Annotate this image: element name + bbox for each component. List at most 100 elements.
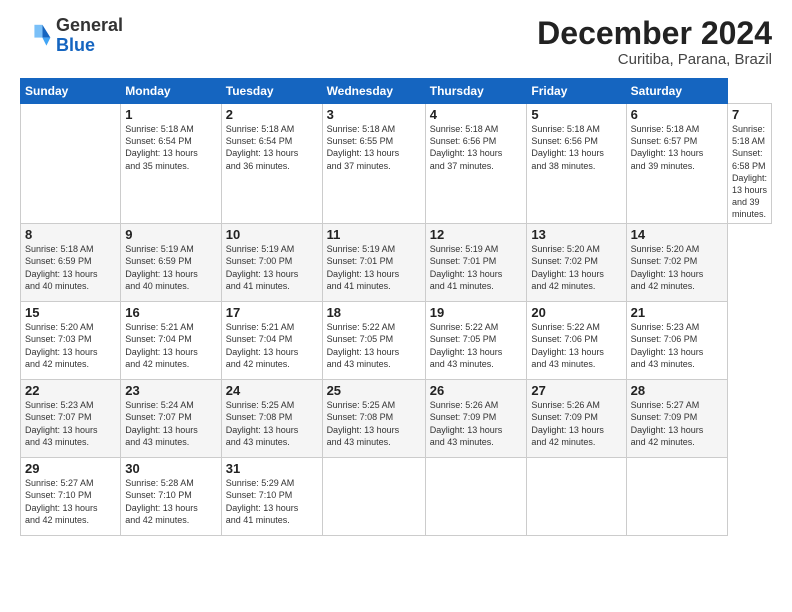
day-number: 23 — [125, 383, 217, 398]
table-cell: 11Sunrise: 5:19 AM Sunset: 7:01 PM Dayli… — [322, 224, 425, 302]
day-info: Sunrise: 5:23 AM Sunset: 7:07 PM Dayligh… — [25, 399, 116, 448]
table-cell: 25Sunrise: 5:25 AM Sunset: 7:08 PM Dayli… — [322, 380, 425, 458]
col-saturday: Saturday — [626, 79, 727, 104]
day-number: 25 — [327, 383, 421, 398]
day-info: Sunrise: 5:22 AM Sunset: 7:06 PM Dayligh… — [531, 321, 621, 370]
table-cell: 24Sunrise: 5:25 AM Sunset: 7:08 PM Dayli… — [221, 380, 322, 458]
table-cell — [322, 458, 425, 536]
week-row-1: 1Sunrise: 5:18 AM Sunset: 6:54 PM Daylig… — [21, 104, 772, 224]
day-number: 24 — [226, 383, 318, 398]
header: General Blue December 2024 Curitiba, Par… — [20, 16, 772, 68]
day-number: 12 — [430, 227, 523, 242]
table-cell: 4Sunrise: 5:18 AM Sunset: 6:56 PM Daylig… — [425, 104, 527, 224]
week-row-3: 15Sunrise: 5:20 AM Sunset: 7:03 PM Dayli… — [21, 302, 772, 380]
location: Curitiba, Parana, Brazil — [537, 51, 772, 68]
table-cell — [21, 104, 121, 224]
table-cell: 8Sunrise: 5:18 AM Sunset: 6:59 PM Daylig… — [21, 224, 121, 302]
col-tuesday: Tuesday — [221, 79, 322, 104]
table-cell: 14Sunrise: 5:20 AM Sunset: 7:02 PM Dayli… — [626, 224, 727, 302]
day-info: Sunrise: 5:19 AM Sunset: 7:00 PM Dayligh… — [226, 243, 318, 292]
day-info: Sunrise: 5:18 AM Sunset: 6:54 PM Dayligh… — [226, 123, 318, 172]
table-cell: 20Sunrise: 5:22 AM Sunset: 7:06 PM Dayli… — [527, 302, 626, 380]
day-info: Sunrise: 5:18 AM Sunset: 6:56 PM Dayligh… — [531, 123, 621, 172]
day-number: 17 — [226, 305, 318, 320]
page-container: General Blue December 2024 Curitiba, Par… — [0, 0, 792, 548]
day-number: 9 — [125, 227, 217, 242]
table-cell — [626, 458, 727, 536]
table-cell: 6Sunrise: 5:18 AM Sunset: 6:57 PM Daylig… — [626, 104, 727, 224]
day-info: Sunrise: 5:19 AM Sunset: 7:01 PM Dayligh… — [327, 243, 421, 292]
table-cell: 29Sunrise: 5:27 AM Sunset: 7:10 PM Dayli… — [21, 458, 121, 536]
table-cell: 10Sunrise: 5:19 AM Sunset: 7:00 PM Dayli… — [221, 224, 322, 302]
day-number: 16 — [125, 305, 217, 320]
day-info: Sunrise: 5:20 AM Sunset: 7:02 PM Dayligh… — [531, 243, 621, 292]
day-number: 1 — [125, 107, 217, 122]
table-cell: 5Sunrise: 5:18 AM Sunset: 6:56 PM Daylig… — [527, 104, 626, 224]
table-cell: 12Sunrise: 5:19 AM Sunset: 7:01 PM Dayli… — [425, 224, 527, 302]
day-info: Sunrise: 5:22 AM Sunset: 7:05 PM Dayligh… — [430, 321, 523, 370]
day-number: 20 — [531, 305, 621, 320]
table-cell: 21Sunrise: 5:23 AM Sunset: 7:06 PM Dayli… — [626, 302, 727, 380]
col-friday: Friday — [527, 79, 626, 104]
day-info: Sunrise: 5:18 AM Sunset: 6:57 PM Dayligh… — [631, 123, 723, 172]
logo: General Blue — [20, 16, 123, 56]
day-number: 2 — [226, 107, 318, 122]
day-number: 6 — [631, 107, 723, 122]
day-number: 14 — [631, 227, 723, 242]
day-number: 19 — [430, 305, 523, 320]
week-row-2: 8Sunrise: 5:18 AM Sunset: 6:59 PM Daylig… — [21, 224, 772, 302]
day-number: 18 — [327, 305, 421, 320]
day-info: Sunrise: 5:18 AM Sunset: 6:55 PM Dayligh… — [327, 123, 421, 172]
title-block: December 2024 Curitiba, Parana, Brazil — [537, 16, 772, 68]
table-cell: 31Sunrise: 5:29 AM Sunset: 7:10 PM Dayli… — [221, 458, 322, 536]
day-info: Sunrise: 5:26 AM Sunset: 7:09 PM Dayligh… — [531, 399, 621, 448]
table-cell — [527, 458, 626, 536]
day-info: Sunrise: 5:21 AM Sunset: 7:04 PM Dayligh… — [226, 321, 318, 370]
logo-icon — [20, 20, 52, 52]
day-number: 15 — [25, 305, 116, 320]
table-cell: 19Sunrise: 5:22 AM Sunset: 7:05 PM Dayli… — [425, 302, 527, 380]
day-info: Sunrise: 5:21 AM Sunset: 7:04 PM Dayligh… — [125, 321, 217, 370]
day-info: Sunrise: 5:18 AM Sunset: 6:59 PM Dayligh… — [25, 243, 116, 292]
day-number: 22 — [25, 383, 116, 398]
table-cell — [425, 458, 527, 536]
day-info: Sunrise: 5:27 AM Sunset: 7:09 PM Dayligh… — [631, 399, 723, 448]
day-info: Sunrise: 5:28 AM Sunset: 7:10 PM Dayligh… — [125, 477, 217, 526]
day-number: 29 — [25, 461, 116, 476]
col-thursday: Thursday — [425, 79, 527, 104]
table-cell: 1Sunrise: 5:18 AM Sunset: 6:54 PM Daylig… — [121, 104, 222, 224]
day-info: Sunrise: 5:25 AM Sunset: 7:08 PM Dayligh… — [327, 399, 421, 448]
day-info: Sunrise: 5:29 AM Sunset: 7:10 PM Dayligh… — [226, 477, 318, 526]
header-row: Sunday Monday Tuesday Wednesday Thursday… — [21, 79, 772, 104]
day-info: Sunrise: 5:22 AM Sunset: 7:05 PM Dayligh… — [327, 321, 421, 370]
table-cell: 9Sunrise: 5:19 AM Sunset: 6:59 PM Daylig… — [121, 224, 222, 302]
day-number: 26 — [430, 383, 523, 398]
day-number: 7 — [732, 107, 767, 122]
col-monday: Monday — [121, 79, 222, 104]
day-number: 31 — [226, 461, 318, 476]
day-info: Sunrise: 5:27 AM Sunset: 7:10 PM Dayligh… — [25, 477, 116, 526]
day-number: 27 — [531, 383, 621, 398]
col-sunday: Sunday — [21, 79, 121, 104]
day-info: Sunrise: 5:18 AM Sunset: 6:54 PM Dayligh… — [125, 123, 217, 172]
table-cell: 15Sunrise: 5:20 AM Sunset: 7:03 PM Dayli… — [21, 302, 121, 380]
table-cell: 27Sunrise: 5:26 AM Sunset: 7:09 PM Dayli… — [527, 380, 626, 458]
table-cell: 16Sunrise: 5:21 AM Sunset: 7:04 PM Dayli… — [121, 302, 222, 380]
logo-general: General — [56, 16, 123, 36]
day-number: 30 — [125, 461, 217, 476]
day-info: Sunrise: 5:25 AM Sunset: 7:08 PM Dayligh… — [226, 399, 318, 448]
day-number: 21 — [631, 305, 723, 320]
day-info: Sunrise: 5:20 AM Sunset: 7:03 PM Dayligh… — [25, 321, 116, 370]
day-number: 28 — [631, 383, 723, 398]
table-cell: 2Sunrise: 5:18 AM Sunset: 6:54 PM Daylig… — [221, 104, 322, 224]
day-info: Sunrise: 5:24 AM Sunset: 7:07 PM Dayligh… — [125, 399, 217, 448]
day-number: 3 — [327, 107, 421, 122]
day-info: Sunrise: 5:26 AM Sunset: 7:09 PM Dayligh… — [430, 399, 523, 448]
day-number: 8 — [25, 227, 116, 242]
table-cell: 3Sunrise: 5:18 AM Sunset: 6:55 PM Daylig… — [322, 104, 425, 224]
table-cell: 28Sunrise: 5:27 AM Sunset: 7:09 PM Dayli… — [626, 380, 727, 458]
table-cell: 26Sunrise: 5:26 AM Sunset: 7:09 PM Dayli… — [425, 380, 527, 458]
logo-blue: Blue — [56, 36, 123, 56]
day-number: 10 — [226, 227, 318, 242]
day-info: Sunrise: 5:23 AM Sunset: 7:06 PM Dayligh… — [631, 321, 723, 370]
